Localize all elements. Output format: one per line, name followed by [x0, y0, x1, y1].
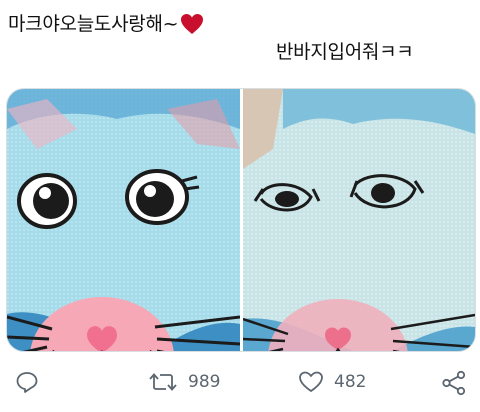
tweet-line-2: 반바지입어줘ㅋㅋ [276, 41, 414, 63]
like-button[interactable]: 482 [298, 370, 366, 394]
share-button[interactable] [441, 370, 467, 396]
sock-photo-left[interactable] [7, 89, 240, 351]
tweet-text: 마크야오늘도사랑해~ 반바지입어줘ㅋㅋ [8, 10, 468, 63]
reply-icon [16, 372, 38, 393]
retweet-button[interactable]: 989 [148, 370, 220, 394]
tweet-media[interactable] [6, 88, 476, 352]
red-heart-emoji-icon [181, 14, 204, 34]
tweet-line-1-text: 마크야오늘도사랑해~ [8, 13, 179, 35]
reply-button[interactable] [15, 370, 39, 394]
retweet-count: 989 [188, 372, 221, 392]
heart-icon [299, 371, 323, 392]
retweet-icon [149, 373, 177, 391]
like-count: 482 [334, 372, 367, 392]
share-icon [442, 370, 466, 396]
tweet-actions: 989 482 [0, 362, 480, 406]
sock-photo-right[interactable] [243, 89, 475, 351]
tweet-line-1: 마크야오늘도사랑해~ [8, 10, 468, 38]
